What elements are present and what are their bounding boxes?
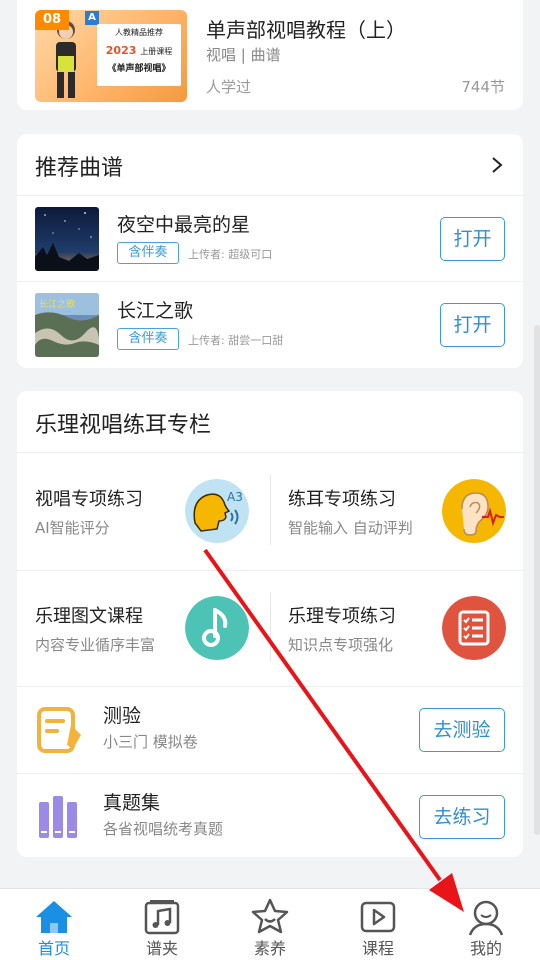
tab-courses[interactable]: 课程 xyxy=(324,889,432,960)
cell-subtitle: 智能输入 自动评判 xyxy=(288,519,413,537)
cell-subtitle: AI智能评分 xyxy=(35,519,110,537)
cell-title: 练耳专项练习 xyxy=(288,489,396,510)
tab-label: 首页 xyxy=(37,939,70,958)
theory-column-title: 乐理视唱练耳专栏 xyxy=(35,413,212,438)
accompaniment-tag: 含伴奏 xyxy=(117,242,179,264)
theory-special-practice[interactable]: 乐理专项练习 知识点专项强化 xyxy=(270,570,523,687)
uploader-text: 上传者: 甜尝一口甜 xyxy=(188,334,284,347)
play-course-icon xyxy=(360,901,396,933)
ear-icon xyxy=(442,479,506,543)
poster-line3: 《单声部视唱》 xyxy=(107,64,171,74)
uploader-text: 上传者: 超级可口 xyxy=(188,248,273,261)
course-thumbnail: 08 A 人教精品推荐 2023 上册课程 《单声部视唱》 xyxy=(35,10,187,102)
score-row[interactable]: 长江之歌 长江之歌 含伴奏 上传者: 甜尝一口甜 打开 xyxy=(17,282,523,368)
profile-icon xyxy=(468,900,504,936)
thumb-badge-a: A xyxy=(85,11,99,25)
course-poster: 人教精品推荐 2023 上册课程 《单声部视唱》 xyxy=(97,24,181,86)
course-learned-count: 人学过 xyxy=(206,78,252,96)
list-title: 真题集 xyxy=(103,792,161,814)
yangtze-river-thumbnail: 长江之歌 xyxy=(35,293,99,357)
list-subtitle: 小三门 模拟卷 xyxy=(103,733,198,751)
open-button[interactable]: 打开 xyxy=(440,217,505,261)
theory-column-header: 乐理视唱练耳专栏 xyxy=(17,391,523,453)
tab-literacy[interactable]: 素养 xyxy=(216,889,324,960)
score-name: 夜空中最亮的星 xyxy=(117,214,251,236)
sheet-music-icon xyxy=(144,900,180,935)
books-icon xyxy=(39,796,77,838)
tab-profile[interactable]: 我的 xyxy=(432,889,540,960)
theory-column-card: 乐理视唱练耳专栏 视唱专项练习 AI智能评分 A3 练耳专项练习 智能输入 自动… xyxy=(17,391,523,857)
open-button[interactable]: 打开 xyxy=(440,303,505,347)
quiz-row[interactable]: 测验 小三门 模拟卷 去测验 xyxy=(17,687,523,773)
sight-singing-practice[interactable]: 视唱专项练习 AI智能评分 A3 xyxy=(17,453,270,570)
checklist-icon xyxy=(442,596,506,660)
recommended-scores-card: 推荐曲谱 夜空中最亮的星 含伴奏 上传者: 超级可口 打开 长江之歌 长江之歌 … xyxy=(17,134,523,368)
accompaniment-tag: 含伴奏 xyxy=(117,328,179,350)
star-face-icon xyxy=(251,898,289,934)
cell-subtitle: 内容专业循序丰富 xyxy=(35,636,156,654)
thumb-title: 长江之歌 xyxy=(39,298,75,310)
scrollbar[interactable] xyxy=(534,325,540,835)
cell-title: 乐理专项练习 xyxy=(288,606,396,627)
tab-home[interactable]: 首页 xyxy=(0,889,108,960)
cell-title: 视唱专项练习 xyxy=(35,489,143,510)
course-lesson-count: 744节 xyxy=(461,78,505,96)
course-card[interactable]: 08 A 人教精品推荐 2023 上册课程 《单声部视唱》 单声部视唱教程（上）… xyxy=(17,0,523,110)
recommended-scores-header[interactable]: 推荐曲谱 xyxy=(17,134,523,196)
tab-folder[interactable]: 谱夹 xyxy=(108,889,216,960)
music-note-icon xyxy=(185,596,249,660)
cell-subtitle: 知识点专项强化 xyxy=(288,636,394,654)
tab-label: 素养 xyxy=(253,939,286,958)
thumb-badge: 08 xyxy=(35,10,69,30)
theory-illustrated-course[interactable]: 乐理图文课程 内容专业循序丰富 xyxy=(17,570,270,687)
night-sky-thumbnail xyxy=(35,207,99,271)
tab-label: 我的 xyxy=(469,939,502,958)
bottom-tab-bar: 首页 谱夹 素养 课程 我的 xyxy=(0,888,540,960)
quiz-icon xyxy=(37,707,81,753)
chevron-right-icon[interactable] xyxy=(491,156,503,174)
singing-head-icon: A3 xyxy=(185,479,249,543)
poster-line1: 人教精品推荐 xyxy=(115,28,163,37)
go-quiz-button[interactable]: 去测验 xyxy=(419,708,505,752)
tab-label: 谱夹 xyxy=(145,939,178,958)
course-title: 单声部视唱教程（上） xyxy=(206,18,406,42)
past-papers-row[interactable]: 真题集 各省视唱统考真题 去练习 xyxy=(17,774,523,857)
recommended-scores-title: 推荐曲谱 xyxy=(35,156,124,181)
icon-label: A3 xyxy=(227,490,243,504)
score-name: 长江之歌 xyxy=(117,300,194,322)
go-practice-button[interactable]: 去练习 xyxy=(419,795,505,839)
score-row[interactable]: 夜空中最亮的星 含伴奏 上传者: 超级可口 打开 xyxy=(17,196,523,282)
list-subtitle: 各省视唱统考真题 xyxy=(103,820,224,838)
poster-year: 2023 上册课程 xyxy=(105,44,173,57)
cell-title: 乐理图文课程 xyxy=(35,606,143,627)
tab-label: 课程 xyxy=(361,939,394,958)
ear-training-practice[interactable]: 练耳专项练习 智能输入 自动评判 xyxy=(270,453,523,570)
list-title: 测验 xyxy=(103,705,142,727)
course-subtitle: 视唱 | 曲谱 xyxy=(206,46,281,64)
home-icon xyxy=(36,901,72,933)
